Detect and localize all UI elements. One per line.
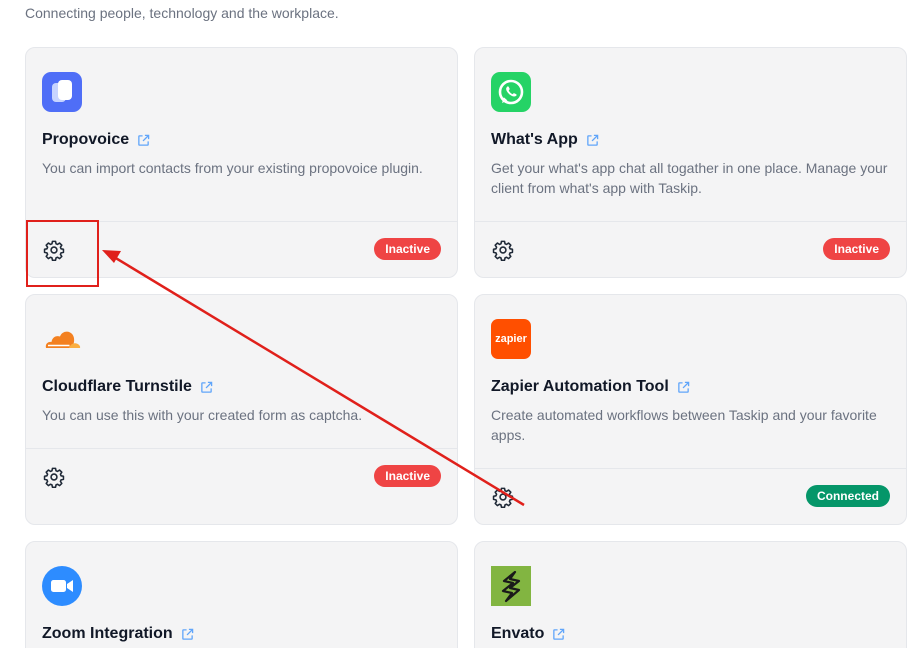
integration-title-link[interactable]: Cloudflare Turnstile [42, 378, 213, 396]
integration-title: Cloudflare Turnstile [42, 378, 192, 395]
external-link-icon[interactable] [200, 381, 213, 394]
integration-title: Zapier Automation Tool [491, 378, 669, 395]
zapier-logo-icon: zapier [491, 319, 531, 359]
status-badge: Inactive [374, 465, 441, 487]
status-badge: Connected [805, 485, 890, 507]
integration-title-link[interactable]: Envato [491, 625, 565, 643]
gear-icon[interactable] [492, 239, 514, 261]
status-badge: Inactive [823, 238, 890, 260]
integration-card-zapier: zapier Zapier Automation Tool Create aut… [474, 294, 907, 525]
gear-icon[interactable] [43, 466, 65, 488]
integration-title-link[interactable]: What's App [491, 131, 599, 149]
annotation-highlight-box [26, 220, 99, 287]
integration-description: Get your what's app chat all togather in… [491, 160, 888, 196]
integration-description: Create automated workflows between Taski… [491, 407, 877, 443]
card-footer: Connected [475, 468, 906, 524]
zapier-logo-text: zapier [495, 333, 527, 345]
integration-description: You can import contacts from your existi… [42, 160, 423, 176]
whatsapp-logo-icon [491, 72, 531, 112]
gear-icon[interactable] [492, 486, 514, 508]
cloudflare-logo-icon [42, 319, 82, 359]
integration-title: Zoom Integration [42, 625, 173, 642]
integration-card-whatsapp: What's App Get your what's app chat all … [474, 47, 907, 278]
external-link-icon[interactable] [181, 628, 194, 641]
envato-logo-icon [491, 566, 531, 606]
integration-title-link[interactable]: Propovoice [42, 131, 150, 149]
integration-card-cloudflare: Cloudflare Turnstile You can use this wi… [25, 294, 458, 525]
integration-title-link[interactable]: Zapier Automation Tool [491, 378, 690, 396]
integration-card-zoom: Zoom Integration [25, 541, 458, 648]
integration-card-envato: Envato [474, 541, 907, 648]
external-link-icon[interactable] [586, 134, 599, 147]
integration-description: You can use this with your created form … [42, 407, 363, 423]
card-footer: Inactive [26, 448, 457, 524]
external-link-icon[interactable] [552, 628, 565, 641]
propovoice-logo-icon [42, 72, 82, 112]
external-link-icon[interactable] [137, 134, 150, 147]
integration-title: Propovoice [42, 131, 130, 148]
page-subtitle: Connecting people, technology and the wo… [25, 5, 339, 21]
integration-title: Envato [491, 625, 545, 642]
integration-title-link[interactable]: Zoom Integration [42, 625, 194, 643]
integration-title: What's App [491, 131, 578, 148]
status-badge: Inactive [374, 238, 441, 260]
external-link-icon[interactable] [677, 381, 690, 394]
integrations-page: Connecting people, technology and the wo… [0, 0, 911, 648]
zoom-logo-icon [42, 566, 82, 606]
card-footer: Inactive [475, 221, 906, 277]
